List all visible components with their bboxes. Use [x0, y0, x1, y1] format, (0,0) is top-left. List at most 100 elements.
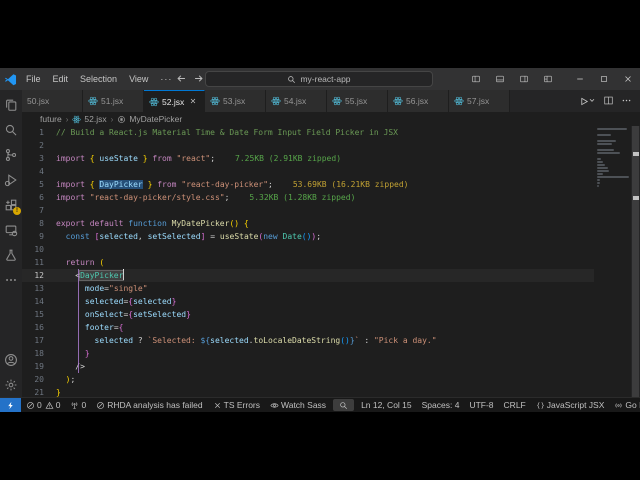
overview-ruler-mark — [633, 196, 639, 200]
editor-more-actions-icon[interactable] — [621, 95, 632, 108]
code-line[interactable]: 20 ); — [22, 373, 594, 386]
activity-testing-icon[interactable] — [0, 242, 22, 267]
status-rhda-status[interactable]: RHDA analysis has failed — [91, 398, 207, 412]
code-line[interactable]: 6import "react-day-picker/style.css";5.3… — [22, 191, 594, 204]
tab-label: 53.jsx — [223, 96, 245, 106]
code-line[interactable]: 17 selected ? `Selected: ${selected.toLo… — [22, 334, 594, 347]
activity-remote-explorer-icon[interactable] — [0, 217, 22, 242]
line-content: import { DayPicker } from "react-day-pic… — [56, 178, 594, 191]
tab-label: 56.jsx — [406, 96, 428, 106]
eye-icon — [270, 401, 279, 410]
status-eol[interactable]: CRLF — [499, 398, 531, 412]
code-editor[interactable]: 1// Build a React.js Material Time & Dat… — [22, 126, 640, 397]
tab-52-jsx[interactable]: 52.jsx — [144, 90, 205, 112]
line-content: import { useState } from "react";7.25KB … — [56, 152, 594, 165]
vscode-window: FileEditSelectionView ··· my-react-app ! — [0, 68, 640, 412]
tab-57-jsx[interactable]: 57.jsx — [449, 90, 510, 112]
status-ports[interactable]: 0 — [65, 398, 91, 412]
window-maximize-button[interactable] — [592, 68, 616, 90]
breadcrumb-separator: › — [65, 115, 70, 124]
tab-55-jsx[interactable]: 55.jsx — [327, 90, 388, 112]
activity-run-debug-icon[interactable] — [0, 167, 22, 192]
window-minimize-button[interactable] — [568, 68, 592, 90]
status-indentation[interactable]: Spaces: 4 — [417, 398, 465, 412]
navigate-forward-icon[interactable] — [193, 73, 204, 86]
breadcrumb-item[interactable]: future — [40, 114, 62, 124]
tab-label: 52.jsx — [162, 97, 184, 107]
line-number: 8 — [22, 217, 56, 230]
tab-label: 51.jsx — [101, 96, 123, 106]
tab-close-icon[interactable] — [189, 97, 199, 107]
code-line[interactable]: 4 — [22, 165, 594, 178]
menu-file[interactable]: File — [20, 70, 47, 88]
activity-search-icon[interactable] — [0, 117, 22, 142]
status-encoding[interactable]: UTF-8 — [464, 398, 498, 412]
tab-53-jsx[interactable]: 53.jsx — [205, 90, 266, 112]
status-remote-indicator[interactable] — [0, 398, 21, 412]
menu-view[interactable]: View — [123, 70, 154, 88]
layout-sidebar-right-icon[interactable] — [512, 68, 536, 90]
menu-selection[interactable]: Selection — [74, 70, 123, 88]
code-line[interactable]: 10 — [22, 243, 594, 256]
tab-54-jsx[interactable]: 54.jsx — [266, 90, 327, 112]
title-bar: FileEditSelectionView ··· my-react-app — [0, 68, 640, 90]
code-line[interactable]: 7 — [22, 204, 594, 217]
editor-scrollbar[interactable] — [631, 126, 640, 397]
line-number: 19 — [22, 360, 56, 373]
run-code-button[interactable] — [578, 96, 596, 107]
line-content: return ( — [56, 256, 594, 269]
code-line[interactable]: 12 <DayPicker — [22, 269, 594, 282]
minimap[interactable] — [594, 126, 631, 397]
code-line[interactable]: 21} — [22, 386, 594, 397]
code-line[interactable]: 5import { DayPicker } from "react-day-pi… — [22, 178, 594, 191]
line-number: 13 — [22, 282, 56, 295]
status-go-live[interactable]: Go Live — [609, 398, 640, 412]
menu-overflow-button[interactable]: ··· — [154, 74, 178, 84]
menu-edit[interactable]: Edit — [47, 70, 75, 88]
layout-customize-icon[interactable] — [536, 68, 560, 90]
activity-source-control-icon[interactable] — [0, 142, 22, 167]
code-line[interactable]: 8export default function MyDatePicker() … — [22, 217, 594, 230]
status-search-indicator[interactable] — [333, 399, 354, 411]
tab-51-jsx[interactable]: 51.jsx — [83, 90, 144, 112]
code-line[interactable]: 1// Build a React.js Material Time & Dat… — [22, 126, 594, 139]
code-line[interactable]: 14 selected={selected} — [22, 295, 594, 308]
code-line[interactable]: 13 mode="single" — [22, 282, 594, 295]
run-dropdown-chevron-icon[interactable] — [589, 96, 596, 106]
code-line[interactable]: 16 footer={ — [22, 321, 594, 334]
tab-56-jsx[interactable]: 56.jsx — [388, 90, 449, 112]
activity-bar: ! — [0, 90, 22, 397]
activity-account-icon[interactable] — [0, 347, 22, 372]
layout-sidebar-left-icon[interactable] — [464, 68, 488, 90]
status-watch-sass[interactable]: Watch Sass — [265, 398, 331, 412]
breadcrumb-item[interactable]: MyDatePicker — [117, 114, 182, 124]
status-language-mode[interactable]: JavaScript JSX — [531, 398, 610, 412]
status-ts-errors[interactable]: TS Errors — [208, 398, 265, 412]
split-editor-icon[interactable] — [603, 95, 614, 108]
activity-settings-icon[interactable] — [0, 372, 22, 397]
code-line[interactable]: 19 /> — [22, 360, 594, 373]
code-line[interactable]: 2 — [22, 139, 594, 152]
react-file-icon — [454, 96, 464, 106]
code-line[interactable]: 3import { useState } from "react";7.25KB… — [22, 152, 594, 165]
line-content: /> — [56, 360, 594, 373]
tab-50-jsx[interactable]: 50.jsx — [22, 90, 83, 112]
tab-bar: 50.jsx 51.jsx 52.jsx 53.jsx 54.jsx55.jsx 56.j… — [22, 90, 640, 112]
import-cost-hint: 7.25KB (2.91KB zipped) — [235, 154, 341, 163]
command-center-search[interactable]: my-react-app — [205, 71, 433, 87]
activity-explorer-icon[interactable] — [0, 92, 22, 117]
breadcrumb-item[interactable]: 52.jsx — [72, 114, 106, 124]
activity-more-icon[interactable] — [0, 267, 22, 292]
import-cost-hint: 53.69KB (16.21KB zipped) — [293, 180, 409, 189]
status-cursor-position[interactable]: Ln 12, Col 15 — [356, 398, 417, 412]
code-line[interactable]: 9 const [selected, setSelected] = useSta… — [22, 230, 594, 243]
code-line[interactable]: 15 onSelect={setSelected} — [22, 308, 594, 321]
tab-label: 57.jsx — [467, 96, 489, 106]
status-problems[interactable]: 00 — [21, 398, 65, 412]
activity-extensions-icon[interactable]: ! — [0, 192, 22, 217]
code-line[interactable]: 11 return ( — [22, 256, 594, 269]
layout-panel-icon[interactable] — [488, 68, 512, 90]
code-line[interactable]: 18 } — [22, 347, 594, 360]
window-close-button[interactable] — [616, 68, 640, 90]
navigate-back-icon[interactable] — [176, 73, 187, 86]
